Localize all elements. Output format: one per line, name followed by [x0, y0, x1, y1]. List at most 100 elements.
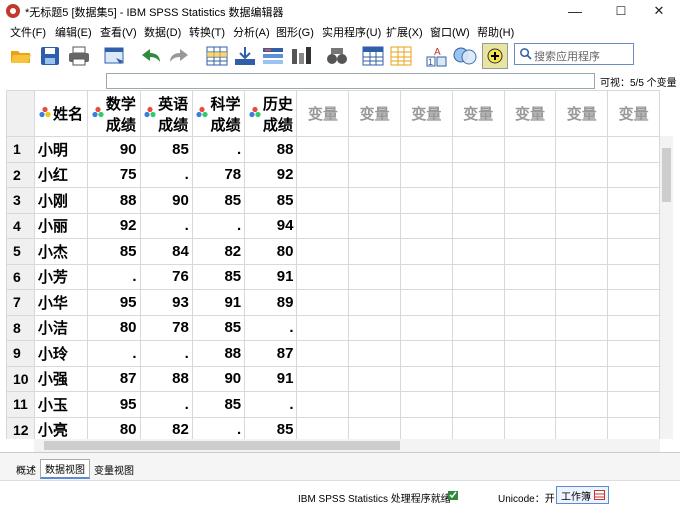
menu-view[interactable]: 查看(V): [100, 24, 137, 40]
vertical-scroll-thumb[interactable]: [662, 148, 671, 202]
empty-cell[interactable]: [555, 289, 609, 316]
empty-cell[interactable]: [348, 161, 402, 188]
score-cell[interactable]: 88: [139, 365, 193, 392]
score-cell[interactable]: 95: [87, 289, 141, 316]
name-cell[interactable]: 小明: [33, 136, 89, 163]
row-number[interactable]: 3: [6, 187, 35, 214]
score-cell[interactable]: 82: [139, 416, 193, 439]
empty-cell[interactable]: [503, 263, 557, 290]
name-cell[interactable]: 小亮: [33, 416, 89, 439]
empty-cell[interactable]: [296, 289, 350, 316]
empty-cell[interactable]: [348, 238, 402, 265]
empty-cell[interactable]: [348, 187, 402, 214]
empty-cell[interactable]: [607, 212, 660, 239]
menu-edit[interactable]: 编辑(E): [55, 24, 92, 40]
empty-cell[interactable]: [503, 365, 557, 392]
empty-cell[interactable]: [400, 212, 453, 239]
name-cell[interactable]: 小华: [33, 289, 89, 316]
name-cell[interactable]: 小芳: [33, 263, 89, 290]
name-cell[interactable]: 小玉: [33, 391, 89, 418]
empty-cell[interactable]: [607, 340, 660, 367]
row-number[interactable]: 8: [6, 314, 35, 341]
horizontal-scroll-thumb[interactable]: [44, 441, 400, 450]
tab-overview[interactable]: 概述: [12, 459, 40, 479]
minimize-button[interactable]: —: [554, 0, 596, 22]
empty-cell[interactable]: [555, 340, 609, 367]
empty-variable-header[interactable]: 变量: [348, 90, 402, 137]
empty-cell[interactable]: [555, 263, 609, 290]
score-cell[interactable]: 89: [244, 289, 298, 316]
empty-cell[interactable]: [607, 187, 660, 214]
empty-cell[interactable]: [348, 391, 402, 418]
score-cell[interactable]: .: [244, 314, 298, 341]
score-cell[interactable]: 76: [139, 263, 193, 290]
empty-cell[interactable]: [607, 391, 660, 418]
empty-cell[interactable]: [555, 365, 609, 392]
score-cell[interactable]: 80: [87, 314, 141, 341]
empty-cell[interactable]: [451, 314, 505, 341]
empty-cell[interactable]: [296, 161, 350, 188]
score-cell[interactable]: 85: [191, 314, 246, 341]
empty-cell[interactable]: [296, 340, 350, 367]
empty-cell[interactable]: [348, 314, 402, 341]
score-cell[interactable]: 78: [139, 314, 193, 341]
empty-cell[interactable]: [451, 187, 505, 214]
score-cell[interactable]: 90: [139, 187, 193, 214]
score-cell[interactable]: 87: [244, 340, 298, 367]
score-cell[interactable]: 88: [87, 187, 141, 214]
empty-cell[interactable]: [296, 187, 350, 214]
row-number[interactable]: 11: [6, 391, 35, 418]
empty-cell[interactable]: [607, 263, 660, 290]
empty-cell[interactable]: [400, 136, 453, 163]
empty-cell[interactable]: [296, 391, 350, 418]
empty-cell[interactable]: [503, 238, 557, 265]
empty-cell[interactable]: [503, 289, 557, 316]
score-cell[interactable]: .: [244, 391, 298, 418]
row-number[interactable]: 6: [6, 263, 35, 290]
row-number[interactable]: 2: [6, 161, 35, 188]
empty-cell[interactable]: [503, 314, 557, 341]
run-descriptives-icon[interactable]: [288, 43, 314, 69]
score-cell[interactable]: .: [87, 263, 141, 290]
empty-cell[interactable]: [555, 416, 609, 439]
maximize-button[interactable]: ☐: [600, 0, 642, 22]
score-cell[interactable]: 85: [191, 263, 246, 290]
score-cell[interactable]: 82: [191, 238, 246, 265]
empty-cell[interactable]: [607, 238, 660, 265]
score-cell[interactable]: 90: [191, 365, 246, 392]
tab-variable-view[interactable]: 变量视图: [90, 459, 138, 479]
score-cell[interactable]: 92: [244, 161, 298, 188]
empty-cell[interactable]: [555, 212, 609, 239]
row-number[interactable]: 10: [6, 365, 35, 392]
score-cell[interactable]: 80: [87, 416, 141, 439]
column-header-5[interactable]: 历史 成绩: [244, 90, 298, 137]
insert-variable-icon[interactable]: [388, 43, 414, 69]
score-cell[interactable]: 87: [87, 365, 141, 392]
empty-variable-header[interactable]: 变量: [607, 90, 660, 137]
score-cell[interactable]: 85: [244, 416, 298, 439]
empty-cell[interactable]: [400, 340, 453, 367]
empty-cell[interactable]: [607, 365, 660, 392]
score-cell[interactable]: 88: [191, 340, 246, 367]
row-number[interactable]: 1: [6, 136, 35, 163]
empty-cell[interactable]: [503, 187, 557, 214]
split-file-icon[interactable]: A1: [424, 43, 450, 69]
name-cell[interactable]: 小杰: [33, 238, 89, 265]
column-header-3[interactable]: 英语 成绩: [139, 90, 193, 137]
goto-case-icon[interactable]: [204, 43, 230, 69]
row-number[interactable]: 4: [6, 212, 35, 239]
empty-cell[interactable]: [451, 416, 505, 439]
column-header-1[interactable]: 姓名: [33, 90, 89, 137]
workbook-button[interactable]: 工作簿: [556, 486, 609, 504]
empty-cell[interactable]: [451, 238, 505, 265]
name-cell[interactable]: 小丽: [33, 212, 89, 239]
empty-variable-header[interactable]: 变量: [451, 90, 505, 137]
empty-cell[interactable]: [348, 263, 402, 290]
score-cell[interactable]: .: [87, 340, 141, 367]
menu-utilities[interactable]: 实用程序(U): [322, 24, 381, 40]
score-cell[interactable]: 80: [244, 238, 298, 265]
empty-cell[interactable]: [400, 314, 453, 341]
menu-data[interactable]: 数据(D): [144, 24, 181, 40]
empty-variable-header[interactable]: 变量: [503, 90, 557, 137]
score-cell[interactable]: 85: [87, 238, 141, 265]
